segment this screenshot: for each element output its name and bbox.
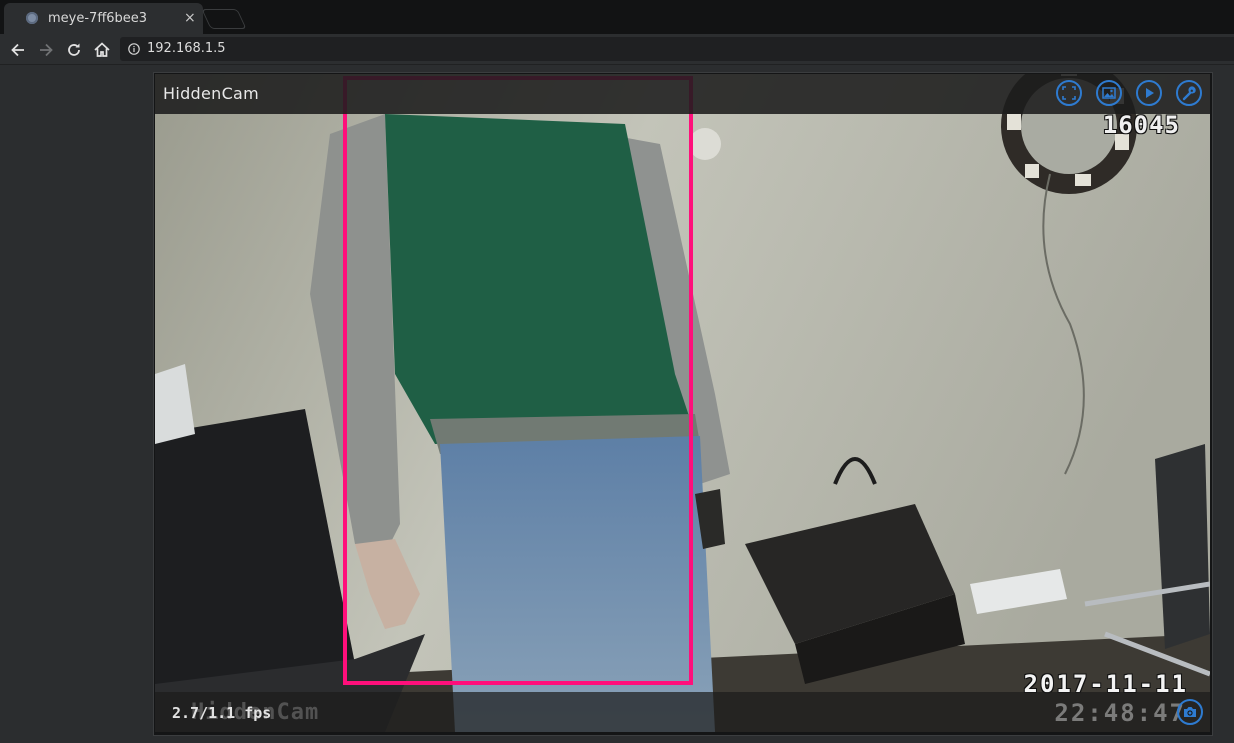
camera-title: HiddenCam [163,84,260,103]
camera-footer: HiddenCam 2.7/1.1 fps 22:48:47 [155,692,1210,732]
settings-button[interactable] [1176,80,1202,106]
wrench-icon [1182,86,1196,101]
fullscreen-button[interactable] [1056,80,1082,106]
fullscreen-icon [1062,86,1076,100]
info-icon[interactable] [128,43,140,55]
play-button[interactable] [1136,80,1162,106]
reload-button[interactable] [64,40,84,60]
tab-title: meye-7ff6bee3 [48,11,148,26]
fps-indicator: 2.7/1.1 fps [172,704,272,722]
snapshot-button[interactable] [1177,699,1203,725]
camera-view[interactable]: 16045 2017-11-11 HiddenCam HiddenCam 2.7… [155,74,1210,732]
tab-close-icon[interactable]: × [184,9,196,27]
back-button[interactable] [8,40,28,60]
favicon-icon [26,12,38,24]
pictures-icon [1102,87,1116,99]
new-tab-button[interactable] [201,9,247,29]
address-bar[interactable]: 192.168.1.5 [120,37,1234,61]
pictures-button[interactable] [1096,80,1122,106]
forward-button[interactable] [36,40,56,60]
arrow-left-icon [11,43,24,57]
osd-time: 22:48:47 [1054,699,1186,727]
home-icon [94,42,110,57]
tab-strip: meye-7ff6bee3 × [0,0,1234,34]
home-button[interactable] [92,40,112,60]
browser-tab[interactable]: meye-7ff6bee3 × [4,3,203,34]
url-text: 192.168.1.5 [147,41,226,56]
arrow-right-icon [40,43,53,57]
motion-detection-box [343,76,693,685]
play-icon [1146,88,1154,98]
osd-frame-number: 16045 [1102,111,1180,139]
camera-header: HiddenCam [155,74,1210,114]
camera-icon [1184,707,1196,717]
reload-icon [68,43,80,56]
